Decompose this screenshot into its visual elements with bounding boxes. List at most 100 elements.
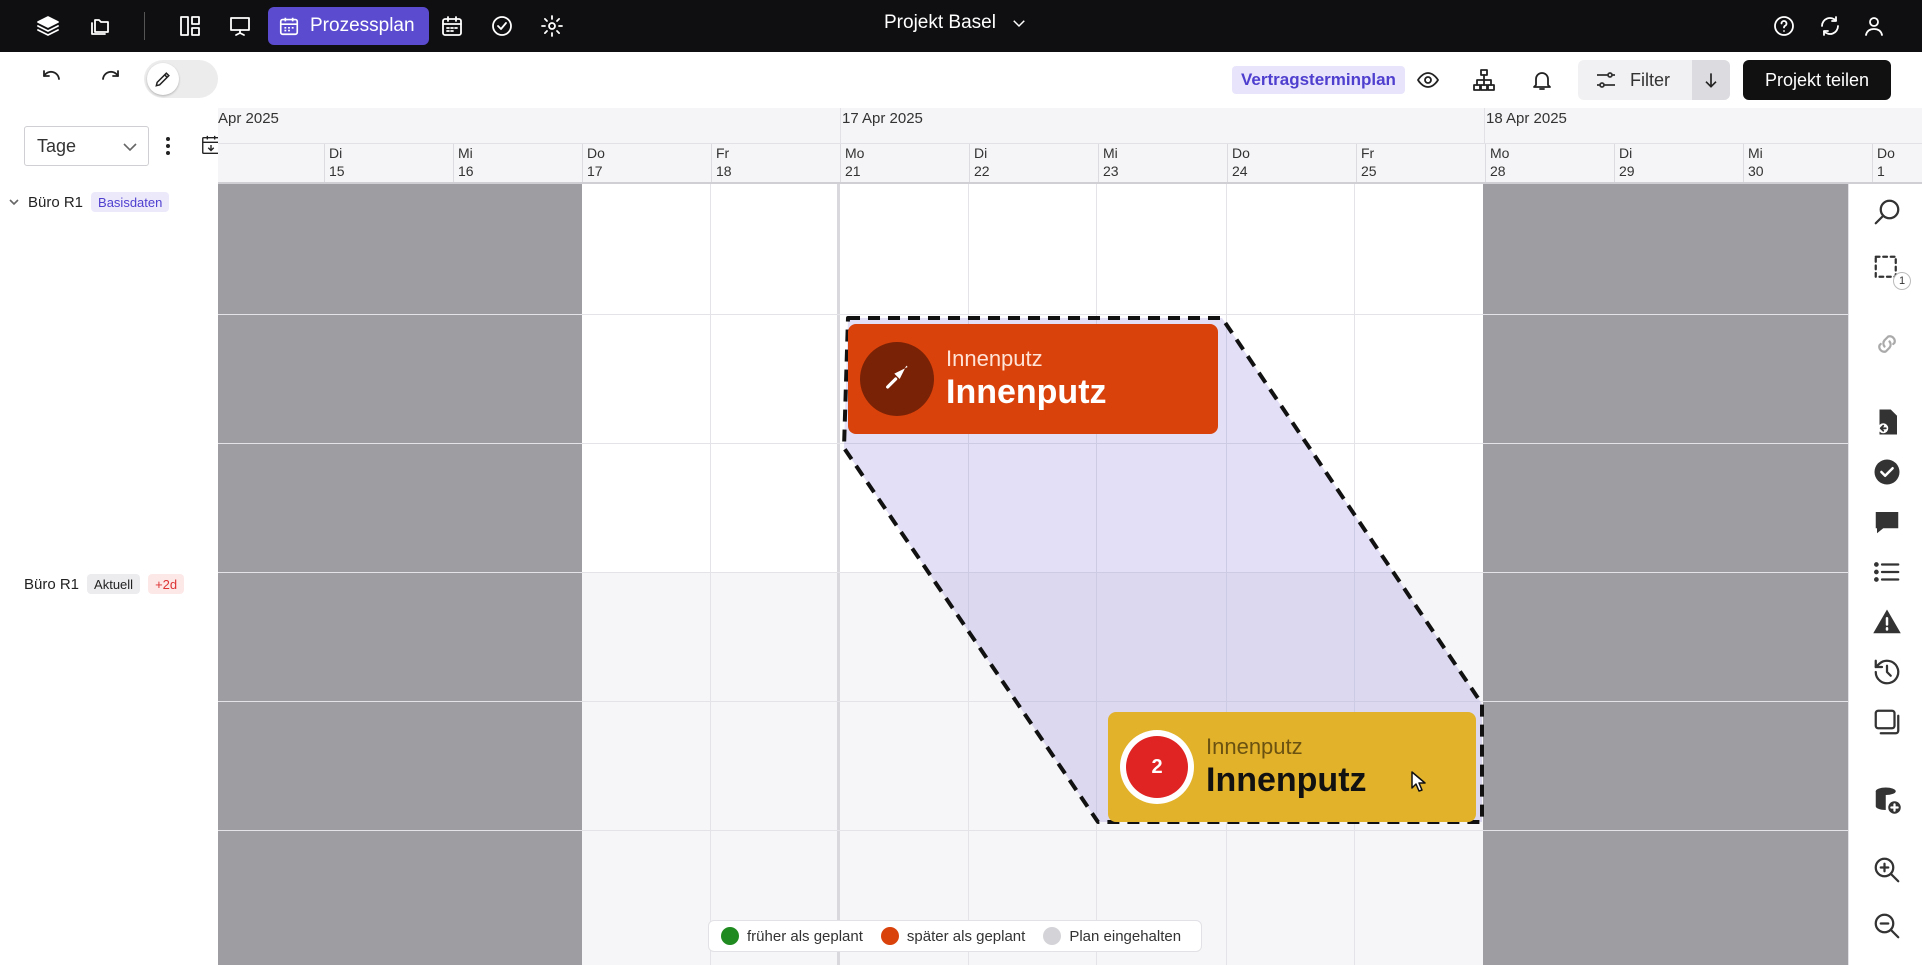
task-planned-innenputz[interactable]: Innenputz Innenputz xyxy=(848,324,1218,434)
day-header-cell: Fr 18 xyxy=(711,144,840,182)
presentation-icon[interactable] xyxy=(224,10,256,42)
day-header-cell: Mi 30 xyxy=(1743,144,1872,182)
list-icon xyxy=(1874,562,1900,582)
day-header-cell: Fr 25 xyxy=(1356,144,1485,182)
more-options-button[interactable] xyxy=(160,134,176,158)
redo-icon xyxy=(102,70,119,80)
day-number: 16 xyxy=(458,163,474,179)
tab-prozessplan[interactable]: Prozessplan xyxy=(268,7,429,45)
day-of-week: Mi xyxy=(1748,145,1763,161)
layers-panel-button[interactable] xyxy=(1869,704,1905,740)
selection-count-badge: 1 xyxy=(1893,272,1911,290)
day-number: 22 xyxy=(974,163,990,179)
time-range-select[interactable]: Tage xyxy=(24,126,149,166)
zoom-out-icon xyxy=(1874,913,1900,939)
day-number: 30 xyxy=(1748,163,1764,179)
task-status-ring: 2 xyxy=(1120,730,1194,804)
row-label-baseline[interactable]: Büro R1 Basisdaten xyxy=(8,192,170,212)
user-profile-icon[interactable] xyxy=(1858,10,1890,42)
dashboard-icon[interactable] xyxy=(174,10,206,42)
day-number: 29 xyxy=(1619,163,1635,179)
day-header-cell: Mo 21 xyxy=(840,144,969,182)
top-bar: Prozessplan Projekt Basel xyxy=(0,0,1922,52)
day-number: 23 xyxy=(1103,163,1119,179)
share-project-button[interactable]: Projekt teilen xyxy=(1743,60,1891,100)
notifications-button[interactable] xyxy=(1524,62,1560,98)
comments-button[interactable] xyxy=(1869,504,1905,540)
search-button[interactable] xyxy=(1869,194,1905,230)
help-icon[interactable] xyxy=(1768,10,1800,42)
status-legend: früher als geplant später als geplant Pl… xyxy=(708,920,1203,952)
history-button[interactable] xyxy=(1869,654,1905,690)
link-button[interactable] xyxy=(1869,326,1905,362)
filter-button[interactable]: Filter xyxy=(1578,60,1692,100)
hierarchy-button[interactable] xyxy=(1466,62,1502,98)
task-actual-innenputz[interactable]: 2 Innenputz Innenputz xyxy=(1108,712,1476,822)
project-title: Projekt Basel xyxy=(884,12,996,33)
day-header-cell: Mi 23 xyxy=(1098,144,1227,182)
add-resource-button[interactable] xyxy=(1869,782,1905,818)
check-circle-icon xyxy=(1874,459,1900,485)
day-of-week: Do xyxy=(1877,145,1895,161)
import-document-button[interactable] xyxy=(1869,404,1905,440)
sync-icon[interactable] xyxy=(1814,10,1846,42)
visibility-button[interactable] xyxy=(1410,62,1446,98)
day-of-week: Mi xyxy=(458,145,473,161)
filter-sort-button[interactable] xyxy=(1692,60,1730,100)
day-of-week: Mi xyxy=(1103,145,1118,161)
month-separator xyxy=(1484,108,1485,144)
day-of-week: Mo xyxy=(845,145,865,161)
warnings-button[interactable] xyxy=(1869,604,1905,640)
day-of-week: Mo xyxy=(1490,145,1510,161)
task-subtitle: Innenputz xyxy=(1206,734,1303,759)
search-icon xyxy=(1874,199,1900,225)
filter-label: Filter xyxy=(1630,69,1670,90)
day-of-week: Di xyxy=(329,145,343,161)
project-selector[interactable]: Projekt Basel xyxy=(884,12,1028,34)
layers-icon[interactable] xyxy=(32,10,64,42)
day-header-cell: Do 24 xyxy=(1227,144,1356,182)
list-button[interactable] xyxy=(1869,554,1905,590)
chevron-down-icon xyxy=(123,143,137,152)
edit-mode-toggle[interactable] xyxy=(144,60,218,98)
row-label-current[interactable]: Büro R1 Aktuell +2d xyxy=(24,574,185,594)
check-circle-icon[interactable] xyxy=(486,10,518,42)
zoom-in-button[interactable] xyxy=(1869,852,1905,888)
day-header: Di 15 Mi 16 Do 17 Fr 18 Mo 21 Di 22 Mi 23 Do 24 Fr 25 Mo 28… xyxy=(218,144,1922,184)
link-icon xyxy=(1878,335,1896,353)
settings-gear-icon[interactable] xyxy=(536,10,568,42)
month-header: Apr 2025 17 Apr 2025 18 Apr 2025 xyxy=(218,108,1922,144)
approve-button[interactable] xyxy=(1869,454,1905,490)
day-number: 24 xyxy=(1232,163,1248,179)
baseline-tag: Basisdaten xyxy=(91,192,170,212)
day-header-cell: Di 29 xyxy=(1614,144,1743,182)
trowel-icon xyxy=(860,342,934,416)
zoom-out-button[interactable] xyxy=(1869,908,1905,944)
undo-button[interactable] xyxy=(34,62,70,98)
day-number: 25 xyxy=(1361,163,1377,179)
selection-button[interactable]: 1 xyxy=(1869,250,1911,290)
folders-icon[interactable] xyxy=(84,10,116,42)
legend-item-earlier: früher als geplant xyxy=(721,927,863,945)
legend-label: später als geplant xyxy=(906,927,1026,945)
task-subtitle: Innenputz xyxy=(946,346,1043,371)
row-label-text: Büro R1 xyxy=(28,193,84,211)
legend-label: Plan eingehalten xyxy=(1069,927,1182,945)
calendar-grid-icon[interactable] xyxy=(436,10,468,42)
redo-button[interactable] xyxy=(92,62,128,98)
history-icon xyxy=(1874,659,1900,685)
deviation-link-shape xyxy=(842,316,1484,824)
toolbar: Vertragsterminplan Filter Projekt teilen xyxy=(0,52,1922,108)
gantt-canvas[interactable]: Innenputz Innenputz 2 Innenputz Innenput… xyxy=(218,184,1848,965)
day-header-cell: Mo 28 xyxy=(1485,144,1614,182)
right-tool-rail: 1 xyxy=(1848,184,1922,965)
day-header-cell: Di 22 xyxy=(969,144,1098,182)
day-of-week: Di xyxy=(1619,145,1633,161)
plan-badge[interactable]: Vertragsterminplan xyxy=(1232,66,1405,94)
task-text: Innenputz Innenputz xyxy=(946,346,1107,412)
month-label: 18 Apr 2025 xyxy=(1486,110,1567,127)
day-header-cell: Di 15 xyxy=(324,144,453,182)
task-text: Innenputz Innenputz xyxy=(1206,734,1367,800)
day-number: 15 xyxy=(329,163,345,179)
day-number: 28 xyxy=(1490,163,1506,179)
